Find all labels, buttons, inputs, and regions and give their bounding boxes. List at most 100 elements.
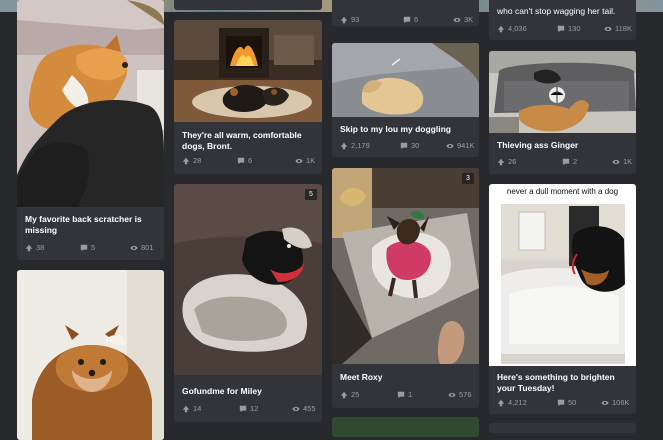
post-card-doggling[interactable]: Skip to my lou my doggling 2,179 30 941K — [332, 43, 479, 157]
comment-count: 6 — [414, 15, 419, 24]
comment-stat[interactable]: 12 — [239, 404, 258, 413]
view-stat: 455 — [292, 404, 316, 413]
upvote-count: 4,212 — [508, 398, 527, 407]
eye-icon — [448, 392, 456, 397]
upvote-stat[interactable]: 14 — [182, 404, 201, 413]
upvote-arrow-icon — [182, 157, 190, 164]
post-card-bottom-column-4[interactable] — [489, 423, 636, 433]
comment-bubble-icon — [239, 405, 247, 412]
post-title[interactable]: Here's something to brighten your Tuesda… — [497, 372, 628, 394]
upvote-arrow-icon — [497, 25, 505, 32]
comment-stat[interactable]: 50 — [557, 398, 576, 407]
comment-stat[interactable]: 1 — [397, 390, 412, 399]
comment-bubble-icon — [80, 244, 88, 251]
view-stat: 106K — [601, 398, 630, 407]
comment-count: 12 — [250, 404, 259, 413]
post-card-tuesday[interactable]: never a dull moment with a dog Here's so… — [489, 184, 636, 414]
view-count: 106K — [612, 398, 630, 407]
upvote-stat[interactable]: 93 — [340, 15, 359, 24]
upvote-count: 93 — [351, 15, 360, 24]
eye-icon — [446, 143, 454, 148]
post-image — [17, 270, 164, 440]
eye-icon — [601, 400, 609, 405]
upvote-arrow-icon — [340, 391, 348, 398]
eye-icon — [130, 245, 138, 250]
view-stat: 576 — [448, 390, 472, 399]
upvote-stat[interactable]: 28 — [182, 156, 201, 165]
view-count: 1K — [623, 157, 633, 166]
comment-bubble-icon — [562, 158, 570, 165]
upvote-arrow-icon — [25, 244, 33, 251]
comment-count: 30 — [411, 141, 420, 150]
comment-stat[interactable]: 6 — [237, 156, 252, 165]
view-stat: 1K — [295, 156, 315, 165]
comment-count: 50 — [568, 398, 577, 407]
eye-icon — [612, 159, 620, 164]
post-title[interactable]: Meet Roxy — [340, 372, 471, 383]
post-stats: 93 6 3K — [340, 15, 473, 25]
post-image — [174, 20, 322, 122]
comment-count: 5 — [91, 243, 96, 252]
post-card-top-column-3[interactable]: 93 6 3K — [332, 0, 479, 26]
view-count: 801 — [141, 243, 154, 252]
view-count: 118K — [615, 24, 632, 33]
post-title[interactable]: My favorite back scratcher is missing — [25, 214, 156, 236]
post-stats: 25 1 576 — [340, 390, 472, 400]
post-image — [332, 168, 479, 364]
upvote-stat[interactable]: 4,212 — [497, 398, 527, 407]
post-card-bottom-column-3[interactable] — [332, 417, 479, 437]
comment-count: 130 — [568, 24, 581, 33]
post-card-top-small[interactable] — [174, 0, 322, 10]
post-stats: 14 12 455 — [182, 404, 316, 414]
post-image: never a dull moment with a dog — [489, 184, 636, 366]
view-count: 941K — [457, 141, 475, 150]
upvote-stat[interactable]: 4,036 — [497, 24, 527, 33]
comment-bubble-icon — [400, 142, 408, 149]
post-card-ginger[interactable]: Thieving ass Ginger 26 2 1K — [489, 51, 636, 174]
comment-stat[interactable]: 6 — [403, 15, 418, 24]
eye-icon — [453, 17, 461, 22]
post-card-roxy[interactable]: 3 Meet Roxy 25 1 576 — [332, 168, 479, 408]
comment-stat[interactable]: 5 — [80, 243, 95, 252]
post-stats: 4,036 130 118K — [497, 24, 632, 34]
upvote-count: 4,036 — [508, 24, 527, 33]
eye-icon — [295, 158, 303, 163]
comment-stat[interactable]: 130 — [557, 24, 581, 33]
upvote-stat[interactable]: 38 — [25, 243, 44, 252]
post-title[interactable]: Gofundme for Miley — [182, 386, 314, 397]
upvote-count: 14 — [193, 404, 202, 413]
upvote-count: 25 — [351, 390, 360, 399]
post-card-pomeranian[interactable] — [17, 270, 164, 440]
post-title[interactable]: They're all warm, comfortable dogs, Bron… — [182, 130, 314, 152]
post-card-gofundme[interactable]: 5 Gofundme for Miley 14 12 455 — [174, 184, 322, 422]
album-count-badge: 3 — [462, 173, 474, 184]
post-stats: 2,179 30 941K — [340, 141, 475, 151]
upvote-stat[interactable]: 25 — [340, 390, 359, 399]
comment-count: 6 — [248, 156, 253, 165]
view-stat: 941K — [446, 141, 475, 150]
view-stat: 1K — [612, 157, 632, 166]
post-title[interactable]: Thieving ass Ginger — [497, 140, 628, 151]
eye-icon — [604, 26, 612, 31]
comment-bubble-icon — [237, 157, 245, 164]
album-count-badge: 5 — [305, 189, 317, 200]
view-count: 576 — [459, 390, 472, 399]
post-card-back-scratcher[interactable]: My favorite back scratcher is missing 38… — [17, 0, 164, 260]
upvote-stat[interactable]: 26 — [497, 157, 516, 166]
upvote-arrow-icon — [497, 158, 505, 165]
upvote-stat[interactable]: 2,179 — [340, 141, 370, 150]
view-stat: 3K — [453, 15, 473, 24]
comment-stat[interactable]: 2 — [562, 157, 577, 166]
post-title[interactable]: Skip to my lou my doggling — [340, 124, 471, 135]
comment-count: 1 — [408, 390, 413, 399]
upvote-arrow-icon — [340, 16, 348, 23]
comment-count: 2 — [573, 157, 578, 166]
post-stats: 38 5 801 — [25, 243, 156, 253]
upvote-count: 38 — [36, 243, 45, 252]
upvote-arrow-icon — [497, 399, 505, 406]
post-card-wagging-tail[interactable]: who can't stop wagging her tail. 4,036 1… — [489, 0, 636, 40]
comment-stat[interactable]: 30 — [400, 141, 419, 150]
post-title[interactable]: who can't stop wagging her tail. — [497, 6, 628, 17]
post-card-warm-dogs[interactable]: They're all warm, comfortable dogs, Bron… — [174, 20, 322, 174]
comment-bubble-icon — [557, 399, 565, 406]
